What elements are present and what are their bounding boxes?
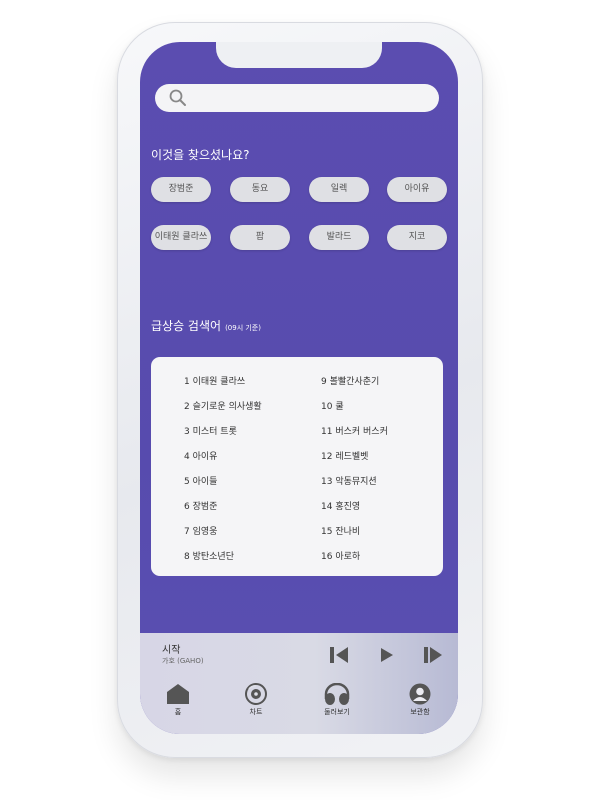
search-input[interactable] [195,87,434,111]
search-icon [169,89,186,106]
nav-browse[interactable]: 둘러보기 [307,683,367,717]
trending-list-card: 1 이태원 클라쓰 2 슬기로운 의사생활 3 미스터 트롯 4 아이유 5 아… [151,357,443,576]
suggestions-title: 이것을 찾으셨나요? [151,148,250,162]
suggestion-chip[interactable]: 지코 [387,225,447,250]
trending-item[interactable]: 15 잔나비 [321,524,360,537]
nav-library[interactable]: 보관함 [390,683,450,717]
trending-item[interactable]: 9 볼빨간사춘기 [321,374,379,387]
nav-browse-label: 둘러보기 [324,708,350,716]
suggestion-chip[interactable]: 장범준 [151,177,211,202]
trending-item[interactable]: 2 슬기로운 의사생활 [184,399,262,412]
trending-item[interactable]: 13 악동뮤지션 [321,474,377,487]
trending-item[interactable]: 8 방탄소년단 [184,549,234,562]
chart-disc-icon [245,683,267,705]
trending-time: (09시 기준) [225,324,261,332]
nav-chart[interactable]: 차트 [226,683,286,717]
trending-item[interactable]: 16 아로하 [321,549,360,562]
suggestion-chip[interactable]: 동요 [230,177,290,202]
trending-item[interactable]: 11 버스커 버스커 [321,424,388,437]
suggestion-chip[interactable]: 이태원 클라쓰 [151,225,211,250]
bottom-player: 시작 가호 (GAHO) 홈 차트 둘러보기 보관함 [140,633,458,734]
trending-item[interactable]: 6 장범준 [184,499,217,512]
nav-home[interactable]: 홈 [148,683,208,717]
home-icon [167,684,189,704]
trending-item[interactable]: 5 아이들 [184,474,217,487]
play-icon[interactable] [378,645,396,665]
trending-item[interactable]: 12 레드벨벳 [321,449,368,462]
suggestion-chip[interactable]: 아이유 [387,177,447,202]
trending-item[interactable]: 7 임영웅 [184,524,217,537]
trending-item[interactable]: 14 홍진영 [321,499,360,512]
suggestion-chip[interactable]: 일렉 [309,177,369,202]
trending-item[interactable]: 1 이태원 클라쓰 [184,374,245,387]
previous-track-icon[interactable] [328,645,350,665]
search-bar[interactable] [155,84,439,112]
trending-item[interactable]: 4 아이유 [184,449,217,462]
profile-icon [409,683,431,705]
trending-item[interactable]: 10 쿨 [321,399,344,412]
trending-title-text: 급상승 검색어 [151,319,222,333]
app-screen: 이것을 찾으셨나요? 장범준 동요 일렉 아이유 이태원 클라쓰 팝 발라드 지… [140,42,458,734]
now-playing-artist: 가호 (GAHO) [162,657,204,665]
suggestion-chip[interactable]: 팝 [230,225,290,250]
trending-title: 급상승 검색어 (09시 기준) [151,317,261,334]
nav-library-label: 보관함 [410,708,430,716]
nav-home-label: 홈 [174,708,182,716]
trending-item[interactable]: 3 미스터 트롯 [184,424,237,437]
next-track-icon[interactable] [422,645,444,665]
suggestion-chip[interactable]: 발라드 [309,225,369,250]
nav-chart-label: 차트 [249,708,263,716]
phone-notch [216,42,382,68]
now-playing-title[interactable]: 시작 [162,641,180,656]
headphones-icon [324,683,350,705]
